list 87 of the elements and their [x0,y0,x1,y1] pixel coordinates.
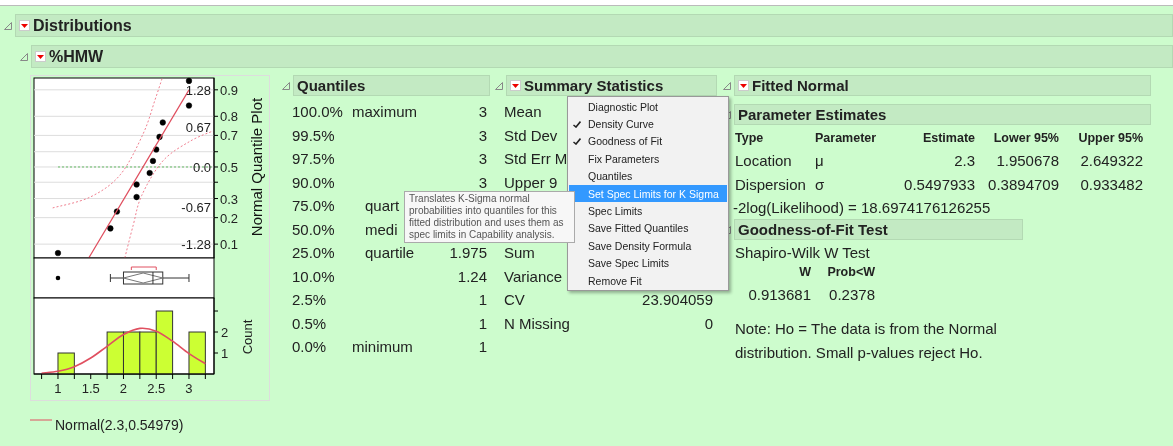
quantile-name: minimum [352,338,413,356]
table-cell-text: Location [735,152,793,171]
percentile-label: 97.5% [292,150,335,168]
section-title: Summary Statistics [524,77,664,94]
quantile-name: quart [364,197,400,215]
table-cell-text: σ [815,176,826,195]
table-cell-text: 2.3 [953,152,975,171]
axis-label: 2.5 [147,381,166,396]
table-cell-text: 0.5497933 [903,176,975,195]
percentile-label: 0.0% [292,338,327,356]
table-cell-text: 0.913681 [748,286,811,305]
column-header: W [799,265,811,281]
statistic-label: N Missing [504,314,570,332]
axis-label: 0.8 [220,109,239,125]
table-cell-text: 0.2378 [829,286,875,305]
axis-title: Count [240,319,255,355]
table-cell-text: 0.933482 [1079,176,1143,195]
percentile-label: 99.5% [292,126,335,144]
quantile-value: 1.975 [449,244,487,262]
column-header: Lower 95% [992,131,1059,147]
axis-label: 0.9 [220,82,239,98]
column-header: Parameter [815,131,878,147]
axis-label: 2 [119,381,128,396]
axis-label: 0.7 [220,128,239,144]
axis-label: 0.67 [185,119,211,135]
axis-label: 2 [221,325,229,340]
percentile-label: 25.0% [292,244,335,262]
statistic-label: Std Err M [504,150,568,168]
axis-label: 1.28 [185,82,211,98]
section-title: Goodness-of-Fit Test [738,221,888,238]
axis-label: 1 [54,381,62,396]
axis-label: 0.1 [220,237,239,253]
axis-label: -0.67 [181,200,211,216]
axis-label: 0.5 [220,160,239,175]
statistic-label: CV [504,291,525,309]
statistic-value: 0 [704,314,713,332]
note-text: Note: Ho = The data is from the Normal distribution. Small p-values reject Ho. [735,319,998,363]
statistic-label: Upper 9 [504,173,558,191]
table-cell-text: Dispersion [735,176,807,195]
quantile-value: 1 [478,314,487,332]
axis-label: 0.3 [220,191,239,207]
percentile-label: 2.5% [292,291,327,309]
table-cell-text: 1.950678 [995,152,1059,171]
axis-label: 0.0 [192,160,211,175]
statistic-label: Mean [504,103,542,121]
table-cell-text: μ [815,152,825,171]
axis-label: 0.2 [220,210,239,226]
quantile-name: maximum [352,103,417,121]
percentile-label: 75.0% [292,197,335,215]
table-cell-text: 2.649322 [1079,152,1143,171]
test-name: Shapiro-Wilk W Test [735,244,871,261]
likelihood-text: -2log(Likelihood) = 18.6974176126255 [732,198,992,216]
section-title: Distributions [33,16,132,35]
section-title: Quantiles [297,77,366,94]
axis-label: -1.28 [181,237,211,253]
quantile-name: quartile [364,244,415,262]
section-title: Parameter Estimates [738,106,887,123]
column-header: Estimate [921,131,975,147]
column-header: Upper 95% [1077,131,1143,147]
section-title: Fitted Normal [752,77,849,94]
column-header: Type [735,131,765,147]
table-cell-text: 0.3894709 [987,176,1059,195]
axis-label: 3 [185,381,193,396]
quantile-value: 3 [478,173,487,191]
statistic-label: Variance [504,267,563,285]
percentile-label: 100.0% [292,103,343,121]
legend-label: Normal(2.3,0.54979) [55,417,184,433]
axis-label: 1 [221,346,229,361]
percentile-label: 90.0% [292,173,335,191]
quantile-value: 3 [478,103,487,121]
quantile-value: 3 [478,126,487,144]
axis-title: Normal Quantile Plot [248,97,265,237]
percentile-label: 10.0% [292,267,335,285]
column-header: Prob<W [827,265,875,281]
percentile-label: 0.5% [292,314,327,332]
statistic-label: Sum [504,244,535,262]
percentile-label: 50.0% [292,220,335,238]
quantile-value: 1.24 [457,267,487,285]
quantile-value: 3 [478,150,487,168]
section-title: %HMW [49,47,104,66]
quantile-value: 1 [478,338,487,356]
axis-label: 1.5 [81,381,100,396]
statistic-value: 23.904059 [642,291,713,309]
tooltip: Translates K-Sigma normal probabilities into quantiles for this fitted distribution and uses them as spec limits in Capability analysis. [404,191,575,243]
quantile-name: medi [364,220,398,238]
statistic-label: Std Dev [504,126,558,144]
quantile-value: 1 [478,291,487,309]
